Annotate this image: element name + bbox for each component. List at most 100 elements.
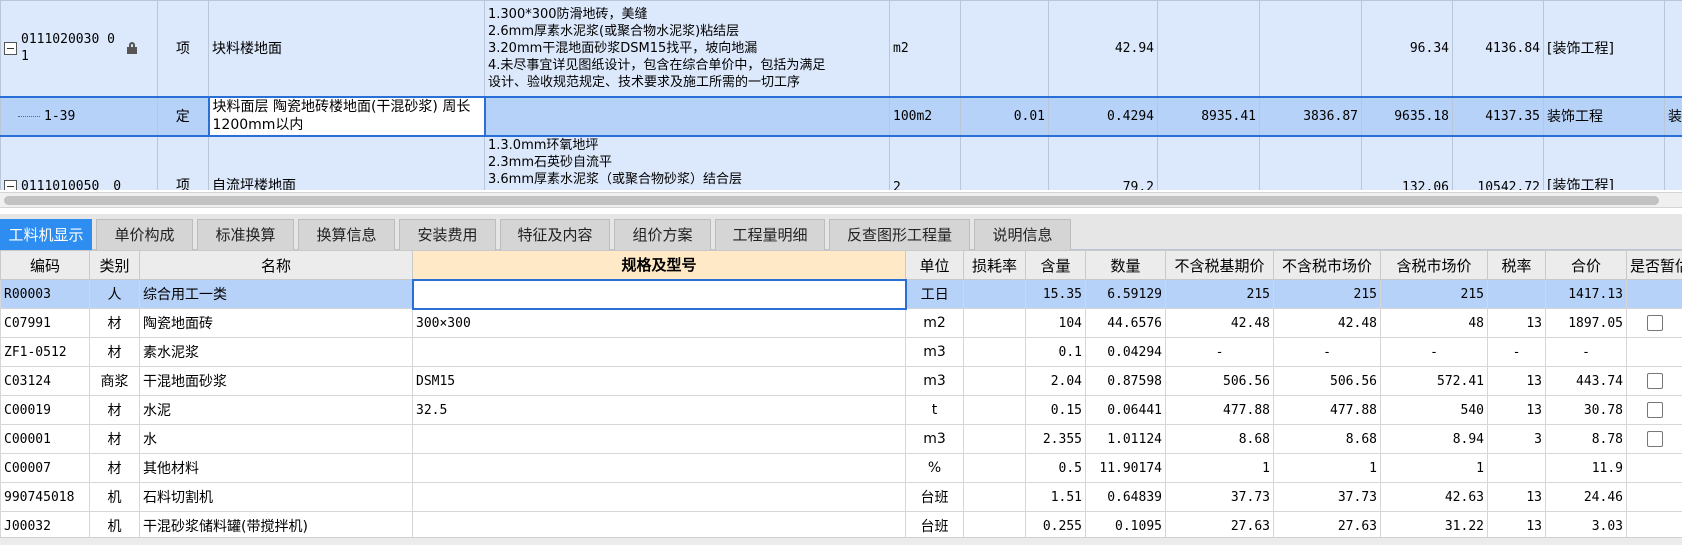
cell-loss-rate[interactable] (963, 337, 1026, 367)
cell-market-price[interactable]: 477.88 (1273, 395, 1381, 425)
cell-spec-editor[interactable] (411, 278, 907, 310)
cell-quantity[interactable]: 1.01124 (1085, 424, 1166, 454)
provisional-checkbox[interactable] (1646, 402, 1663, 418)
cell-name[interactable]: 石料切割机 (139, 482, 413, 512)
cell-spec[interactable] (412, 482, 906, 512)
collapse-toggle-icon[interactable] (4, 180, 17, 190)
cell-code[interactable]: C03124 (0, 366, 90, 396)
cell-spec[interactable] (412, 453, 906, 483)
cell-base-price[interactable]: 506.56 (1165, 366, 1274, 396)
item-name[interactable]: 自流坪楼地面 (208, 135, 485, 190)
item-description[interactable] (484, 95, 890, 137)
cell-tax-rate[interactable] (1487, 279, 1546, 309)
cell-code[interactable]: C07991 (0, 308, 90, 338)
cell-tax-rate[interactable]: 13 (1487, 482, 1546, 512)
cell-tax-market-price[interactable]: 48 (1380, 308, 1488, 338)
cell-category[interactable]: 材 (89, 308, 140, 338)
cell-tax-rate[interactable] (1487, 453, 1546, 483)
cell-quantity[interactable]: 0.06441 (1085, 395, 1166, 425)
table-row[interactable]: J00032 机 干混砂浆储料罐(带搅拌机) 台班 0.255 0.1095 2… (0, 511, 1682, 537)
cell-category[interactable]: 商浆 (89, 366, 140, 396)
cell-code[interactable]: C00019 (0, 395, 90, 425)
cell-spec[interactable] (412, 424, 906, 454)
cell-code[interactable]: ZF1-0512 (0, 337, 90, 367)
cell-tax-market-price[interactable]: - (1380, 337, 1488, 367)
collapse-toggle-icon[interactable] (4, 41, 17, 55)
cell-category[interactable]: 材 (89, 337, 140, 367)
tab-description-info[interactable]: 说明信息 (974, 219, 1071, 250)
cell-spec[interactable]: DSM15 (412, 366, 906, 396)
cell-market-price[interactable]: 42.48 (1273, 308, 1381, 338)
tab-quantity-detail[interactable]: 工程量明细 (715, 219, 825, 250)
cell-quantity[interactable]: 6.59129 (1085, 279, 1166, 309)
tab-unit-price-composition[interactable]: 单价构成 (96, 219, 193, 250)
cell-market-price[interactable]: 1 (1273, 453, 1381, 483)
cell-tax-market-price[interactable]: 572.41 (1380, 366, 1488, 396)
cell-tax-rate[interactable]: 3 (1487, 424, 1546, 454)
cell-name[interactable]: 水泥 (139, 395, 413, 425)
item-description[interactable]: 1.300*300防滑地砖，美缝 2.6mm厚素水泥浆(或聚合物水泥浆)粘结层 … (484, 0, 890, 97)
cell-base-price[interactable]: 42.48 (1165, 308, 1274, 338)
resource-detail-grid[interactable]: 编码 类别 名称 规格及型号 单位 损耗率 含量 数量 不含税基期价 不含税市场… (0, 250, 1682, 537)
col-name[interactable]: 名称 (139, 250, 413, 280)
table-row[interactable]: C00019 材 水泥 32.5 t 0.15 0.06441 477.88 4… (0, 395, 1682, 425)
item-quantity[interactable]: 42.94 (1048, 0, 1158, 97)
cell-loss-rate[interactable] (963, 482, 1026, 512)
cell-loss-rate[interactable] (963, 424, 1026, 454)
cell-code[interactable]: 990745018 (0, 482, 90, 512)
cell-content[interactable]: 0.5 (1025, 453, 1086, 483)
cell-content[interactable]: 0.1 (1025, 337, 1086, 367)
tab-standard-conversion[interactable]: 标准换算 (197, 219, 294, 250)
cell-tax-market-price[interactable]: 540 (1380, 395, 1488, 425)
cell-category[interactable]: 机 (89, 482, 140, 512)
col-tax-rate[interactable]: 税率 (1487, 250, 1546, 280)
cell-code[interactable]: R00003 (0, 279, 90, 309)
cell-spec[interactable] (412, 511, 906, 537)
cell-base-price[interactable]: - (1165, 337, 1274, 367)
tab-install-fee[interactable]: 安装费用 (399, 219, 496, 250)
cell-name[interactable]: 陶瓷地面砖 (139, 308, 413, 338)
col-quantity[interactable]: 数量 (1085, 250, 1166, 280)
cell-name[interactable]: 其他材料 (139, 453, 413, 483)
cell-category[interactable]: 材 (89, 424, 140, 454)
col-category[interactable]: 类别 (89, 250, 140, 280)
cell-content[interactable]: 15.35 (1025, 279, 1086, 309)
table-row[interactable]: C07991 材 陶瓷地面砖 300×300 m2 104 44.6576 42… (0, 308, 1682, 338)
tab-conversion-info[interactable]: 换算信息 (298, 219, 395, 250)
table-row[interactable]: 990745018 机 石料切割机 台班 1.51 0.64839 37.73 … (0, 482, 1682, 512)
tab-labor-material-machine[interactable]: 工料机显示 (0, 219, 92, 250)
cell-market-price[interactable]: 215 (1273, 279, 1381, 309)
col-unit[interactable]: 单位 (905, 250, 964, 280)
table-row[interactable]: C03124 商浆 干混地面砂浆 DSM15 m3 2.04 0.87598 5… (0, 366, 1682, 396)
item-quantity[interactable]: 0.4294 (1048, 95, 1158, 137)
cell-category[interactable]: 材 (89, 395, 140, 425)
cell-content[interactable]: 0.255 (1025, 511, 1086, 537)
cell-content[interactable]: 0.15 (1025, 395, 1086, 425)
cell-base-price[interactable]: 27.63 (1165, 511, 1274, 537)
cell-name[interactable]: 素水泥浆 (139, 337, 413, 367)
cell-spec[interactable]: 300×300 (412, 308, 906, 338)
cell-tax-rate[interactable]: 13 (1487, 511, 1546, 537)
col-market-price[interactable]: 不含税市场价 (1273, 250, 1381, 280)
cell-unit[interactable]: m3 (905, 366, 964, 396)
tab-features-content[interactable]: 特征及内容 (500, 219, 610, 250)
cell-spec[interactable]: 32.5 (412, 395, 906, 425)
provisional-checkbox[interactable] (1646, 315, 1663, 331)
cell-unit[interactable]: 台班 (905, 511, 964, 537)
table-row[interactable]: R00003 人 综合用工一类 工日 15.35 6.59129 215 215… (0, 278, 1682, 310)
cell-market-price[interactable]: 506.56 (1273, 366, 1381, 396)
cell-tax-market-price[interactable]: 215 (1380, 279, 1488, 309)
cell-market-price[interactable]: 37.73 (1273, 482, 1381, 512)
cell-loss-rate[interactable] (963, 366, 1026, 396)
cell-content[interactable]: 104 (1025, 308, 1086, 338)
tab-reverse-lookup-quantity[interactable]: 反查图形工程量 (829, 219, 970, 250)
cell-code[interactable]: C00007 (0, 453, 90, 483)
cell-base-price[interactable]: 477.88 (1165, 395, 1274, 425)
tab-pricing-scheme[interactable]: 组价方案 (614, 219, 711, 250)
cell-code[interactable]: J00032 (0, 511, 90, 537)
cell-quantity[interactable]: 0.87598 (1085, 366, 1166, 396)
cell-content[interactable]: 1.51 (1025, 482, 1086, 512)
cell-quantity[interactable]: 0.1095 (1085, 511, 1166, 537)
cell-tax-rate[interactable]: 13 (1487, 395, 1546, 425)
item-description[interactable]: 1.3.0mm环氧地坪 2.3mm石英砂自流平 3.6mm厚素水泥浆（或聚合物砂… (484, 135, 890, 190)
